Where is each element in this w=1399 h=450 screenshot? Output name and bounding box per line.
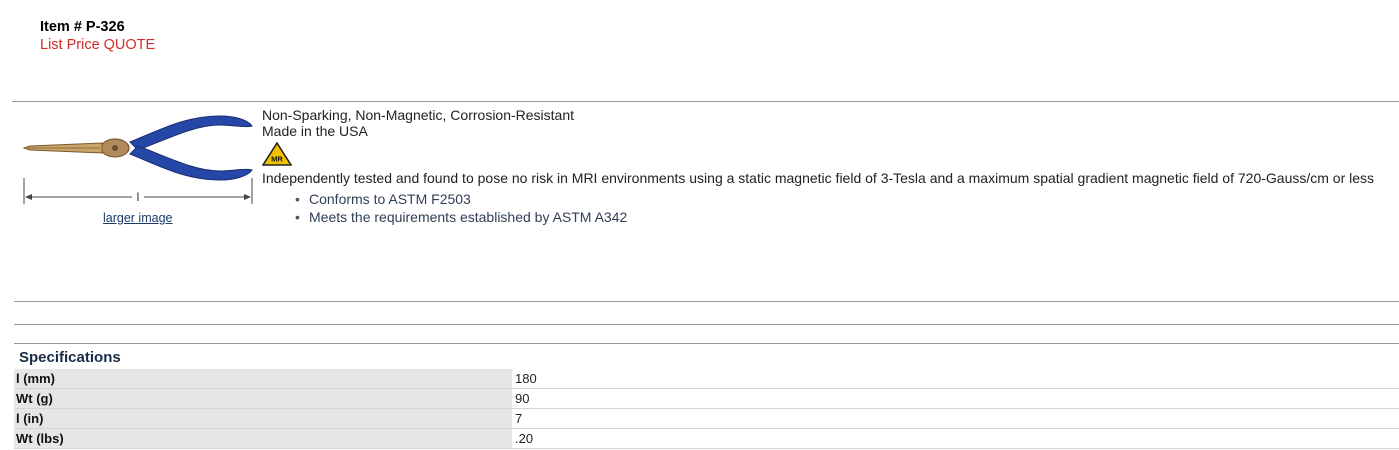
spec-value: 180 [512, 369, 1399, 389]
divider-3 [14, 343, 1399, 344]
desc-line-1: Non-Sparking, Non-Magnetic, Corrosion-Re… [262, 107, 575, 123]
spec-value: 90 [512, 388, 1399, 409]
spec-value: .20 [512, 428, 1399, 449]
spec-label: l (mm) [14, 369, 512, 389]
divider-1 [14, 301, 1399, 302]
specifications-table: l (mm) 180 Wt (g) 90 l (in) 7 Wt (lbs) .… [14, 369, 1399, 449]
table-row: l (in) 7 [14, 408, 1399, 429]
spec-label: Wt (g) [14, 388, 512, 409]
product-description: Non-Sparking, Non-Magnetic, Corrosion-Re… [262, 107, 1392, 226]
spec-value: 7 [512, 408, 1399, 429]
divider-2 [14, 324, 1399, 325]
table-row: Wt (g) 90 [14, 388, 1399, 409]
mri-statement: Independently tested and found to pose n… [262, 170, 1375, 186]
pliers-lower-handle [129, 145, 253, 181]
dimension-label: l [137, 190, 140, 204]
mr-safe-badge-icon: MR [262, 142, 292, 166]
pliers-upper-handle [129, 115, 253, 151]
item-header: Item # P-326 List Price QUOTE [40, 18, 155, 54]
specifications-heading: Specifications [19, 349, 121, 366]
divider-top [12, 101, 1399, 102]
spec-label: l (in) [14, 408, 512, 429]
product-image[interactable]: l [20, 108, 256, 208]
svg-text:MR: MR [271, 155, 283, 164]
table-row: Wt (lbs) .20 [14, 428, 1399, 449]
list-price: List Price QUOTE [40, 37, 156, 53]
desc-line-2: Made in the USA [262, 123, 368, 139]
item-number: Item # P-326 [40, 19, 125, 35]
standards-list: Conforms to ASTM F2503 Meets the require… [262, 190, 1392, 226]
table-row: l (mm) 180 [14, 369, 1399, 389]
larger-image-link[interactable]: larger image [103, 211, 172, 225]
list-item: Conforms to ASTM F2503 [295, 190, 1392, 208]
spec-label: Wt (lbs) [14, 428, 512, 449]
list-item: Meets the requirements established by AS… [295, 208, 1392, 226]
